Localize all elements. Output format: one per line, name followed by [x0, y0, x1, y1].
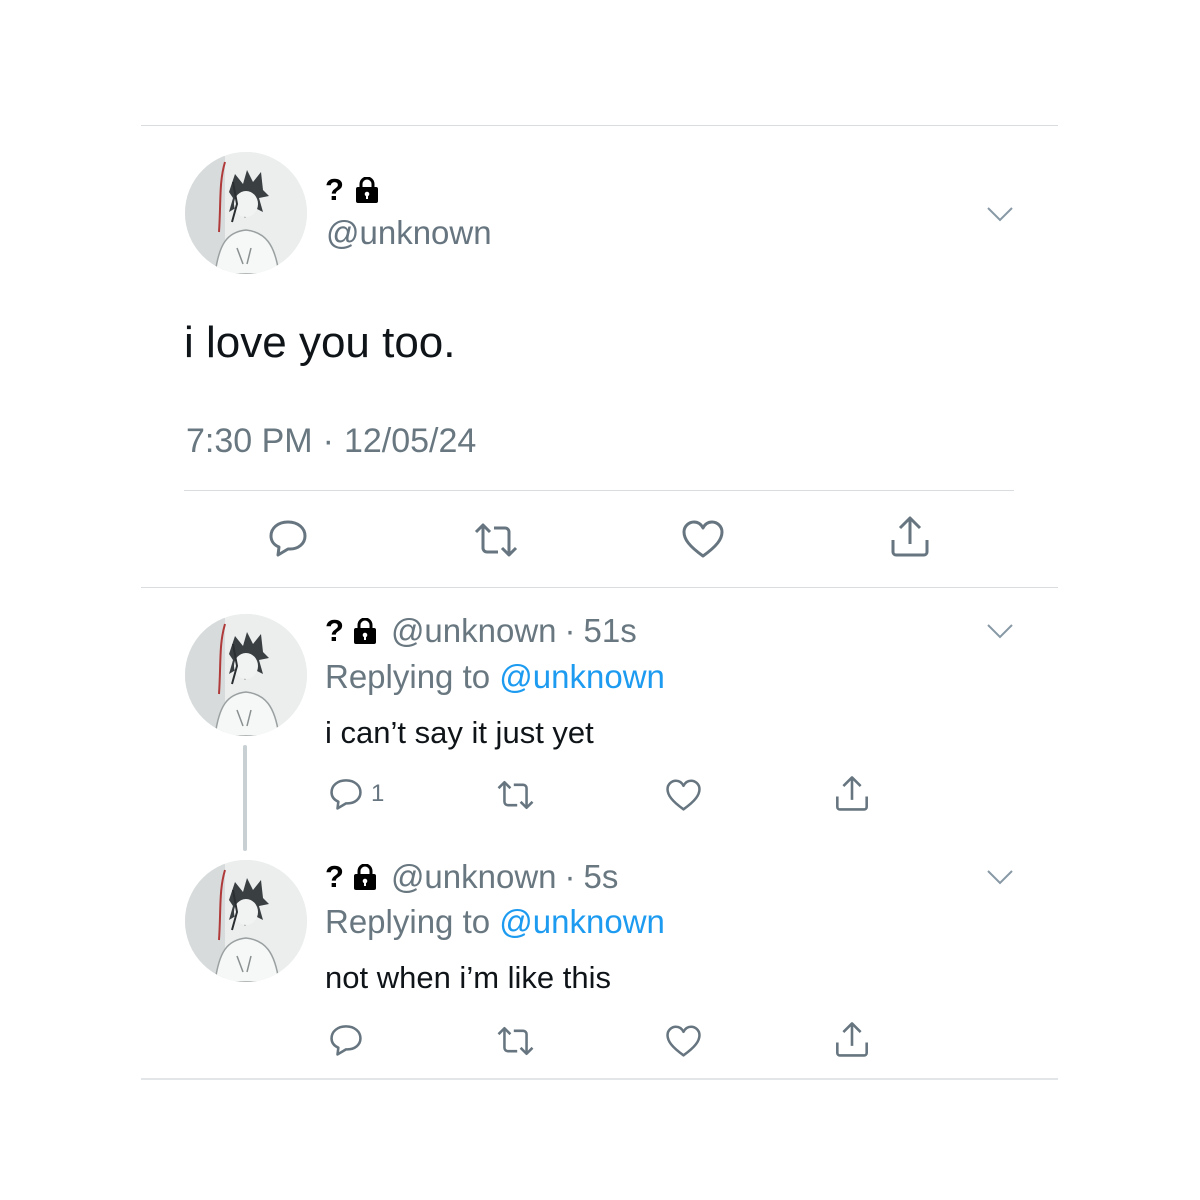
- author-handle[interactable]: @unknown: [391, 612, 557, 650]
- reply-icon: [329, 1023, 363, 1057]
- display-name[interactable]: ?: [325, 613, 345, 649]
- reply-count: 1: [371, 780, 385, 807]
- display-name[interactable]: ?: [325, 172, 345, 208]
- reply-header: ? @unknown · 5s: [325, 858, 618, 896]
- retweet-icon[interactable]: [472, 520, 520, 560]
- bottom-divider: [141, 1078, 1058, 1080]
- author-name-row: ?: [325, 172, 379, 208]
- heart-icon[interactable]: [681, 519, 725, 559]
- avatar[interactable]: [185, 860, 307, 982]
- thread-divider: [141, 587, 1058, 588]
- replying-to-line: Replying to @unknown: [325, 903, 665, 941]
- share-icon[interactable]: [888, 514, 932, 558]
- tweet-age[interactable]: 51s: [584, 612, 637, 650]
- tweet-text: i love you too.: [184, 318, 456, 367]
- tweet-time: 7:30 PM: [186, 422, 313, 460]
- action-divider: [184, 490, 1014, 491]
- replying-to-link[interactable]: @unknown: [499, 658, 665, 695]
- tweet-age[interactable]: 5s: [584, 858, 619, 896]
- replying-to-link[interactable]: @unknown: [499, 903, 665, 940]
- replying-to-label: Replying to: [325, 903, 491, 940]
- reply-button[interactable]: [329, 1023, 371, 1057]
- avatar[interactable]: [185, 614, 307, 736]
- share-icon[interactable]: [833, 1020, 871, 1058]
- lock-icon: [353, 618, 377, 644]
- separator-dot: ·: [322, 422, 334, 460]
- avatar[interactable]: [185, 152, 307, 274]
- replying-to-label: Replying to: [325, 658, 491, 695]
- author-handle[interactable]: @unknown: [391, 858, 557, 896]
- retweet-icon[interactable]: [495, 778, 536, 812]
- author-handle[interactable]: @unknown: [326, 214, 492, 252]
- thread-line: [243, 745, 247, 851]
- top-divider: [141, 125, 1058, 126]
- reply-header: ? @unknown · 51s: [325, 612, 637, 650]
- separator-dot: ·: [564, 858, 576, 895]
- retweet-icon[interactable]: [495, 1024, 536, 1058]
- share-icon[interactable]: [833, 774, 871, 812]
- separator-dot: ·: [564, 612, 576, 649]
- display-name[interactable]: ?: [325, 859, 345, 895]
- heart-icon[interactable]: [665, 1024, 702, 1058]
- reply-icon[interactable]: [268, 518, 308, 558]
- reply-icon: [329, 777, 363, 811]
- chevron-down-icon[interactable]: [986, 868, 1014, 886]
- tweet-timestamp[interactable]: 7:30 PM · 12/05/24: [186, 422, 476, 461]
- reply-button[interactable]: 1: [329, 777, 384, 811]
- lock-icon: [355, 177, 379, 203]
- replying-to-line: Replying to @unknown: [325, 658, 665, 696]
- heart-icon[interactable]: [665, 778, 702, 812]
- chevron-down-icon[interactable]: [986, 622, 1014, 640]
- tweet-date: 12/05/24: [343, 422, 477, 460]
- chevron-down-icon[interactable]: [986, 205, 1014, 223]
- reply-text: not when i’m like this: [325, 960, 612, 995]
- lock-icon: [353, 864, 377, 890]
- reply-text: i can’t say it just yet: [325, 715, 594, 750]
